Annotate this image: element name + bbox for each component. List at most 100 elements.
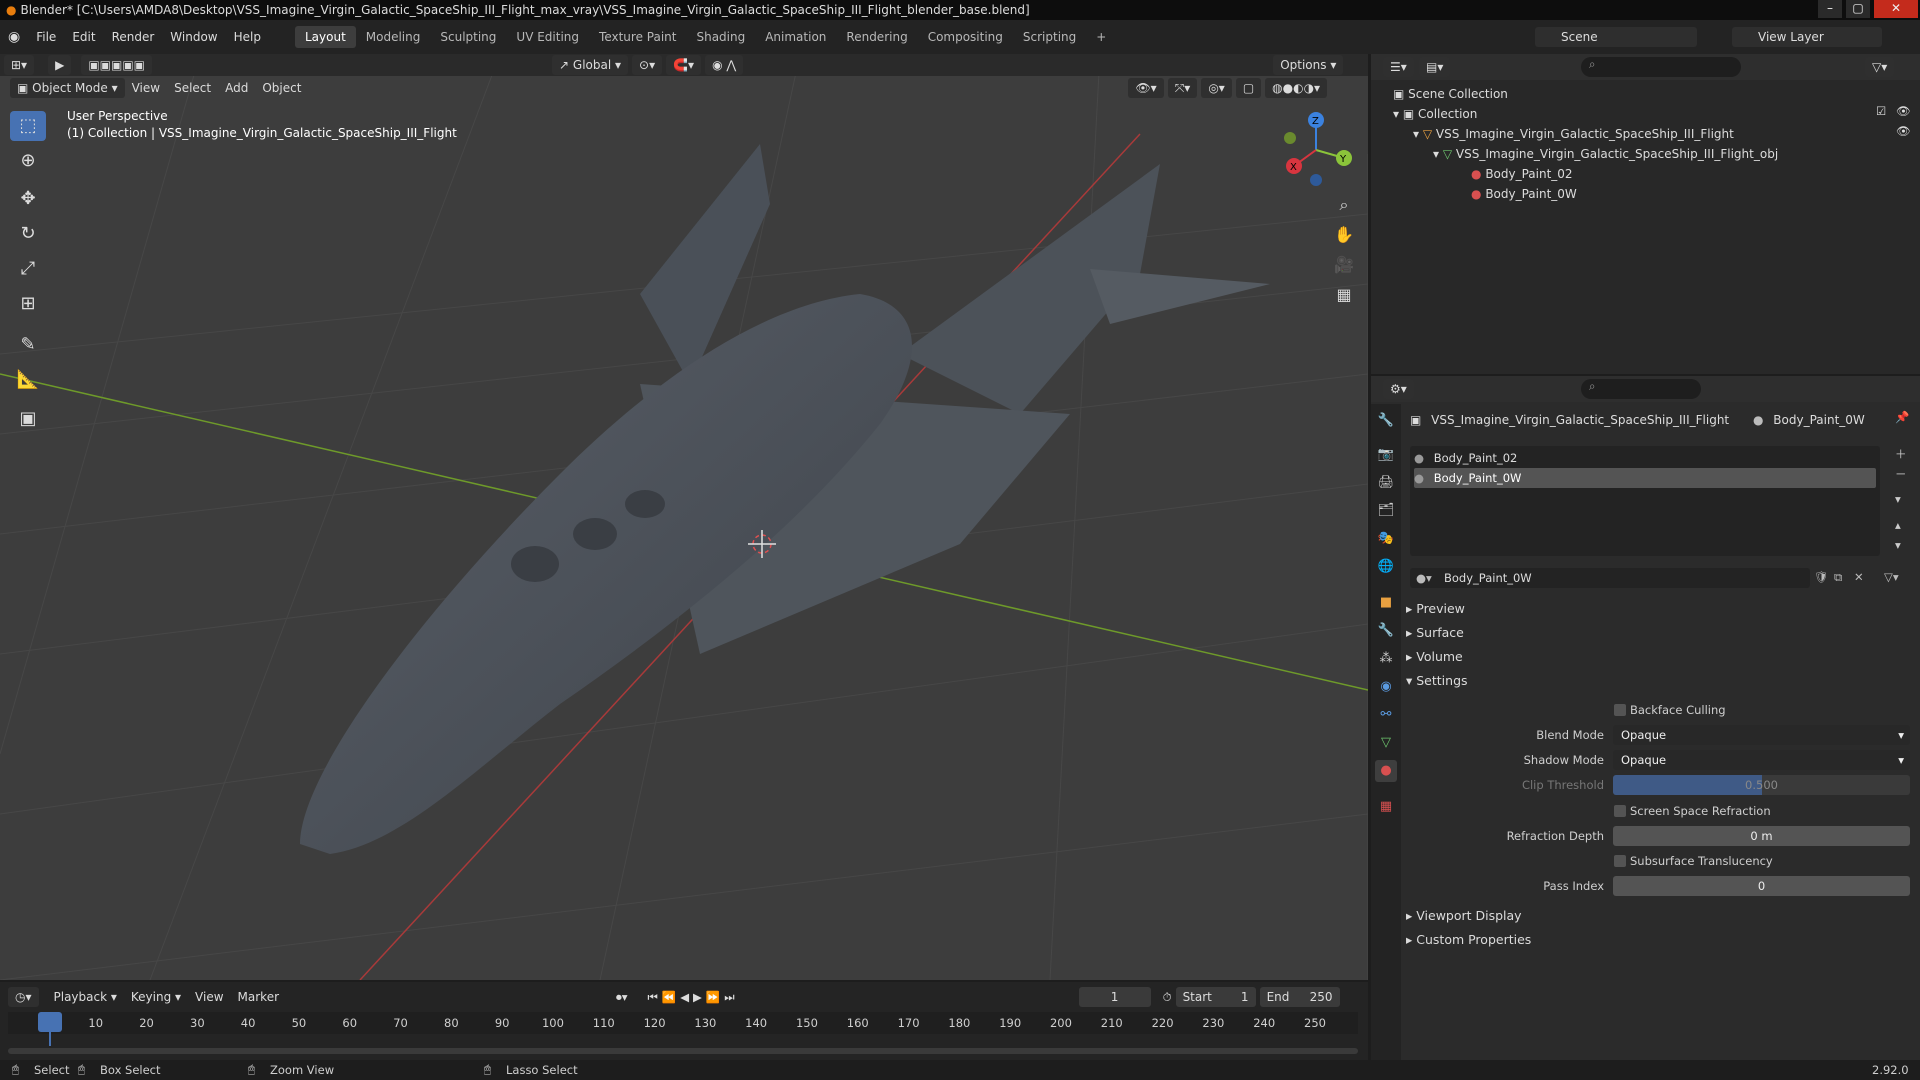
close-button[interactable]: ✕ [1874, 0, 1918, 18]
texture-tab-icon[interactable]: ▦ [1375, 796, 1397, 818]
timeline-menu-marker[interactable]: Marker [231, 990, 286, 1004]
physics-tab-icon[interactable]: ◉ [1375, 676, 1397, 698]
playhead[interactable] [38, 1012, 62, 1032]
proportional-edit-icon[interactable]: ◉ ⋀ [705, 55, 744, 75]
camera-view-icon[interactable]: 🎥 [1331, 252, 1357, 278]
current-frame-field[interactable]: 1 [1078, 987, 1151, 1007]
tab-modeling[interactable]: Modeling [356, 26, 431, 48]
outliner-material-0[interactable]: ● Body_Paint_02 [1471, 164, 1573, 184]
visibility-icon[interactable]: 👁▾ [1128, 78, 1164, 98]
panel-settings[interactable]: ▾ Settings [1406, 670, 1906, 692]
backface-culling-checkbox[interactable] [1614, 704, 1626, 716]
world-tab-icon[interactable]: 🌐 [1375, 556, 1397, 578]
menu-edit[interactable]: Edit [64, 30, 103, 44]
pin-icon[interactable]: 📌 [1895, 410, 1909, 424]
3d-viewport[interactable]: Z Y X ⌕ ✋ 🎥 ▦ User Perspective (1) Colle… [0, 54, 1368, 980]
add-workspace-button[interactable]: + [1086, 26, 1116, 48]
shadow-mode-dropdown[interactable]: Opaque ▾ [1613, 750, 1910, 770]
view-layer-selector[interactable]: View Layer [1732, 27, 1882, 47]
add-cube-tool-icon[interactable]: ▣ [10, 404, 46, 434]
tab-layout[interactable]: Layout [294, 26, 356, 48]
stopwatch-icon[interactable]: ⏱ [1163, 990, 1172, 1005]
outliner-search-input[interactable]: ⌕ [1581, 57, 1741, 77]
maximize-button[interactable]: ▢ [1846, 0, 1870, 18]
panel-volume[interactable]: ▸ Volume [1406, 646, 1906, 668]
unlink-material-icon[interactable]: ✕ [1854, 570, 1864, 584]
record-icon[interactable]: ⏺▾ [616, 990, 628, 1005]
material-name-field[interactable]: Body_Paint_0W [1444, 571, 1532, 585]
overlay-toggle-icon[interactable]: ◎▾ [1201, 78, 1232, 98]
menu-help[interactable]: Help [226, 30, 269, 44]
viewport-menu-add[interactable]: Add [218, 81, 255, 95]
collection-checkbox[interactable]: ☑ [1876, 104, 1886, 118]
select-box-tool-icon[interactable]: ⬚ [10, 111, 46, 141]
tab-scripting[interactable]: Scripting [1013, 26, 1086, 48]
blend-mode-dropdown[interactable]: Opaque ▾ [1613, 725, 1910, 745]
tab-uv-editing[interactable]: UV Editing [506, 26, 589, 48]
material-tab-icon[interactable]: ● [1375, 760, 1397, 782]
menu-window[interactable]: Window [162, 30, 225, 44]
material-browse-icon[interactable]: ●▾ [1416, 568, 1432, 588]
xray-toggle-icon[interactable]: ▢ [1235, 78, 1262, 98]
minimize-button[interactable]: – [1818, 0, 1842, 18]
modifier-tab-icon[interactable]: 🔧 [1375, 620, 1397, 642]
data-tab-icon[interactable]: ▽ [1375, 732, 1397, 754]
timeline-menu-view[interactable]: View [188, 990, 230, 1004]
duplicate-material-icon[interactable]: ⧉ [1834, 570, 1842, 585]
material-datablock[interactable]: ●▾ Body_Paint_0W [1410, 568, 1810, 588]
outliner-filter-icon[interactable]: ▽▾ [1865, 57, 1895, 77]
outliner-editor-type-icon[interactable]: ☰▾ [1383, 57, 1414, 77]
select-mode-icon[interactable]: ▶ [48, 55, 72, 75]
playback-controls-icon[interactable]: ⏮⏪◀▶⏩⏭ [648, 990, 739, 1005]
panel-surface[interactable]: ▸ Surface [1406, 622, 1906, 644]
move-slot-up-button[interactable]: ▴ [1895, 518, 1901, 532]
blender-menu-icon[interactable]: ◉ [8, 29, 20, 45]
outliner-display-mode-icon[interactable]: ▤▾ [1419, 57, 1451, 77]
measure-tool-icon[interactable]: 📐 [10, 365, 46, 395]
add-slot-button[interactable]: ＋ [1895, 446, 1907, 462]
pan-hand-icon[interactable]: ✋ [1331, 222, 1357, 248]
timeline-menu-keying[interactable]: Keying ▾ [124, 990, 188, 1004]
outliner-collection[interactable]: ▾ ▣ Collection [1393, 104, 1477, 124]
panel-preview[interactable]: ▸ Preview [1406, 598, 1906, 620]
transform-tool-icon[interactable]: ⊞ [10, 289, 46, 319]
scene-selector[interactable]: Scene [1535, 27, 1697, 47]
outliner-scene-collection[interactable]: ▣ Scene Collection [1393, 84, 1508, 104]
start-frame-field[interactable]: Start 1 [1175, 987, 1256, 1007]
rotate-tool-icon[interactable]: ↻ [10, 219, 46, 249]
outliner-mesh[interactable]: ▾ ▽ VSS_Imagine_Virgin_Galactic_SpaceShi… [1433, 144, 1778, 164]
properties-search-input[interactable]: ⌕ [1581, 379, 1701, 399]
slot-specials-button[interactable]: ▾ [1895, 492, 1901, 506]
annotate-tool-icon[interactable]: ✎ [10, 330, 46, 360]
navigation-gizmo[interactable]: Z Y X [1276, 110, 1356, 190]
collection-visibility-icon[interactable]: 👁 [1896, 104, 1911, 118]
end-frame-field[interactable]: End 250 [1259, 987, 1340, 1007]
zoom-icon[interactable]: ⌕ [1331, 192, 1357, 218]
scale-tool-icon[interactable]: ⤢ [10, 254, 46, 284]
cursor-tool-icon[interactable]: ⊕ [10, 146, 46, 176]
pivot-icon[interactable]: ⊙▾ [632, 55, 663, 75]
editor-type-icon[interactable]: ⊞▾ [4, 55, 35, 75]
object-tab-icon[interactable]: ■ [1375, 592, 1397, 614]
move-tool-icon[interactable]: ✥ [10, 184, 46, 214]
gizmo-toggle-icon[interactable]: ⤧▾ [1167, 78, 1198, 98]
remove-slot-button[interactable]: － [1895, 466, 1907, 482]
panel-viewport-display[interactable]: ▸ Viewport Display [1406, 905, 1906, 927]
fake-user-icon[interactable]: 🛡 [1814, 570, 1829, 584]
viewport-menu-view[interactable]: View [125, 81, 167, 95]
tool-tab-icon[interactable]: 🔧 [1375, 410, 1397, 432]
properties-editor-type-icon[interactable]: ⚙▾ [1383, 379, 1414, 399]
outliner-material-1[interactable]: ● Body_Paint_0W [1471, 184, 1577, 204]
menu-file[interactable]: File [28, 30, 64, 44]
snap-icon[interactable]: 🧲▾ [666, 55, 702, 75]
timeline-menu-playback[interactable]: Playback ▾ [47, 990, 124, 1004]
viewport-menu-select[interactable]: Select [167, 81, 218, 95]
timeline-scrollbar[interactable] [8, 1048, 1358, 1054]
panel-custom-properties[interactable]: ▸ Custom Properties [1406, 929, 1906, 951]
constraints-tab-icon[interactable]: ⚯ [1375, 704, 1397, 726]
output-tab-icon[interactable]: 🖨 [1375, 472, 1397, 494]
shading-modes-icon[interactable]: ◍●◐◑▾ [1265, 78, 1328, 98]
outliner-object[interactable]: ▾ ▽ VSS_Imagine_Virgin_Galactic_SpaceShi… [1413, 124, 1734, 144]
tab-animation[interactable]: Animation [755, 26, 836, 48]
material-slot-1[interactable]: ● Body_Paint_0W [1414, 468, 1876, 488]
